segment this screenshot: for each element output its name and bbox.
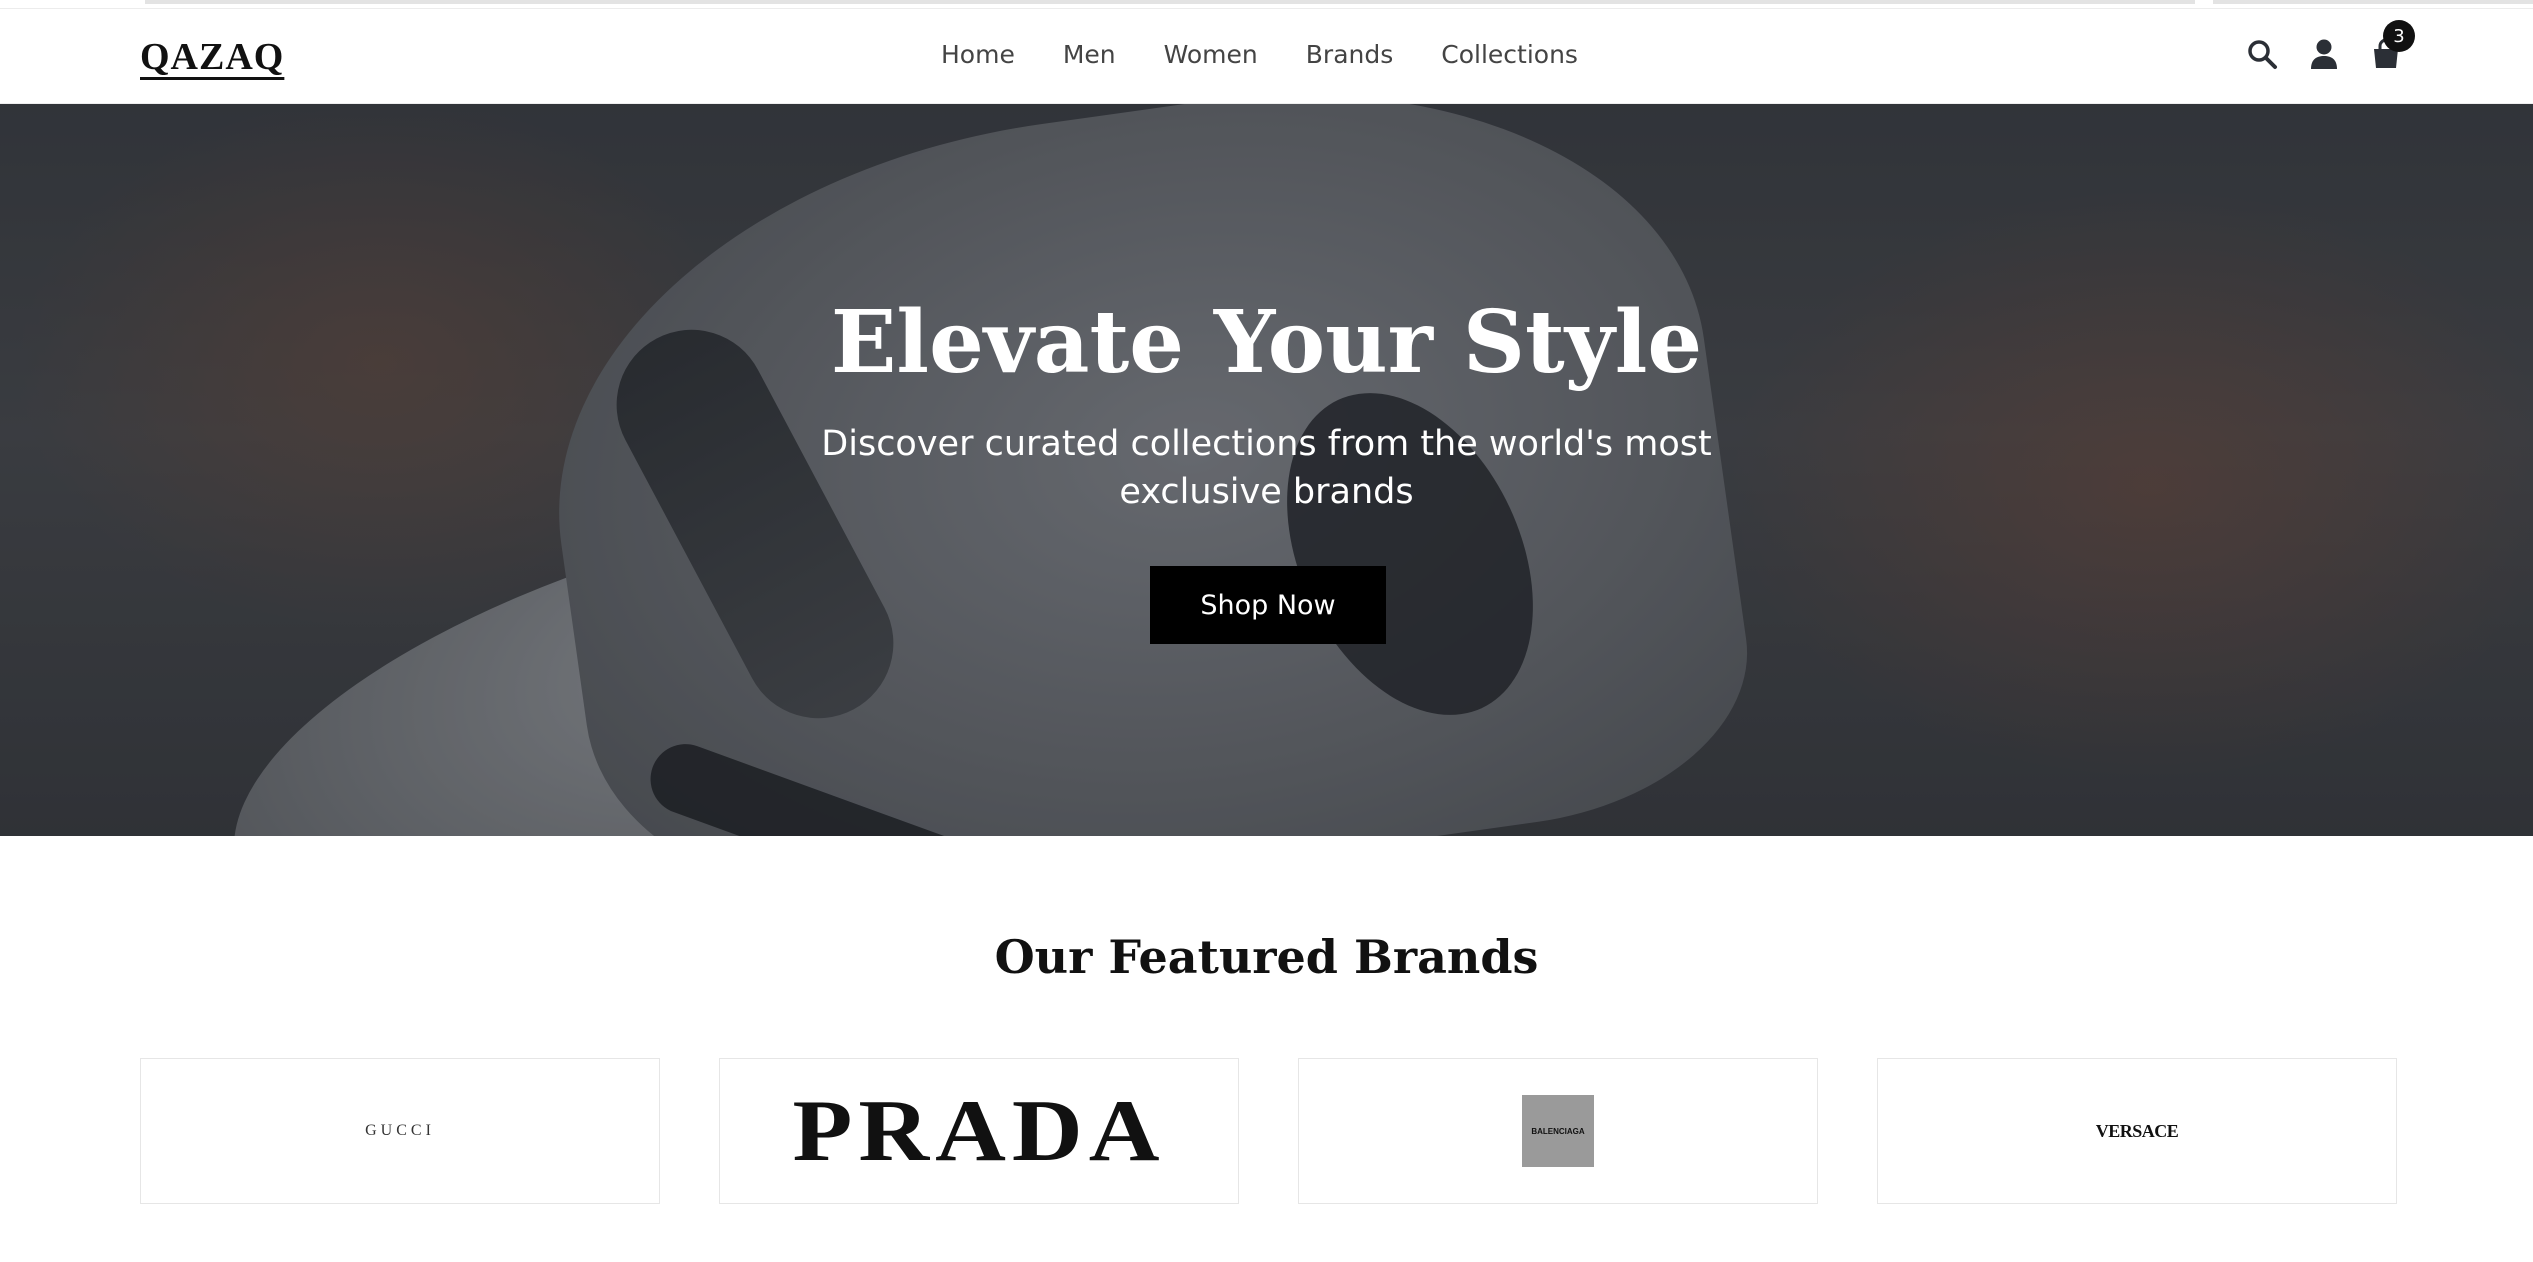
brand-card-gucci[interactable]: GUCCI xyxy=(140,1058,660,1204)
top-strip-segment xyxy=(2213,0,2533,4)
header-actions: 3 xyxy=(2245,20,2415,71)
hero-banner: Elevate Your Style Discover curated coll… xyxy=(0,104,2533,836)
brand-logo-balenciaga: BALENCIAGA xyxy=(1522,1095,1594,1167)
site-logo[interactable]: QAZAQ xyxy=(140,35,284,79)
hero-subtitle-text: Discover curated collections from the wo… xyxy=(821,424,1712,512)
site-header: QAZAQ Home Men Women Brands Collections … xyxy=(0,9,2533,104)
nav-home[interactable]: Home xyxy=(941,40,1015,69)
brand-logo-gucci: GUCCI xyxy=(365,1122,435,1139)
shopping-bag-icon[interactable]: 3 xyxy=(2369,20,2415,71)
top-scroll-strip xyxy=(0,0,2533,9)
shop-now-button[interactable]: Shop Now xyxy=(1150,566,1386,644)
nav-men[interactable]: Men xyxy=(1063,40,1116,69)
main-nav: Home Men Women Brands Collections xyxy=(941,40,1626,69)
hero-subtitle: Discover curated collections from the wo… xyxy=(0,420,2533,516)
cart-count-badge: 3 xyxy=(2383,20,2415,52)
hero-title: Elevate Your Style xyxy=(830,292,1703,393)
brand-card-balenciaga[interactable]: BALENCIAGA xyxy=(1298,1058,1818,1204)
brand-card-versace[interactable]: VERSACE xyxy=(1877,1058,2397,1204)
nav-collections[interactable]: Collections xyxy=(1441,40,1578,69)
user-icon[interactable] xyxy=(2307,37,2341,71)
top-strip-segment xyxy=(145,0,2195,4)
nav-women[interactable]: Women xyxy=(1164,40,1258,69)
brand-logo-prada: PRADA xyxy=(792,1082,1166,1180)
nav-brands[interactable]: Brands xyxy=(1306,40,1394,69)
featured-brands-title: Our Featured Brands xyxy=(994,930,1539,984)
search-icon[interactable] xyxy=(2245,37,2279,71)
brand-card-prada[interactable]: PRADA xyxy=(719,1058,1239,1204)
brand-logo-versace: VERSACE xyxy=(2095,1120,2179,1141)
